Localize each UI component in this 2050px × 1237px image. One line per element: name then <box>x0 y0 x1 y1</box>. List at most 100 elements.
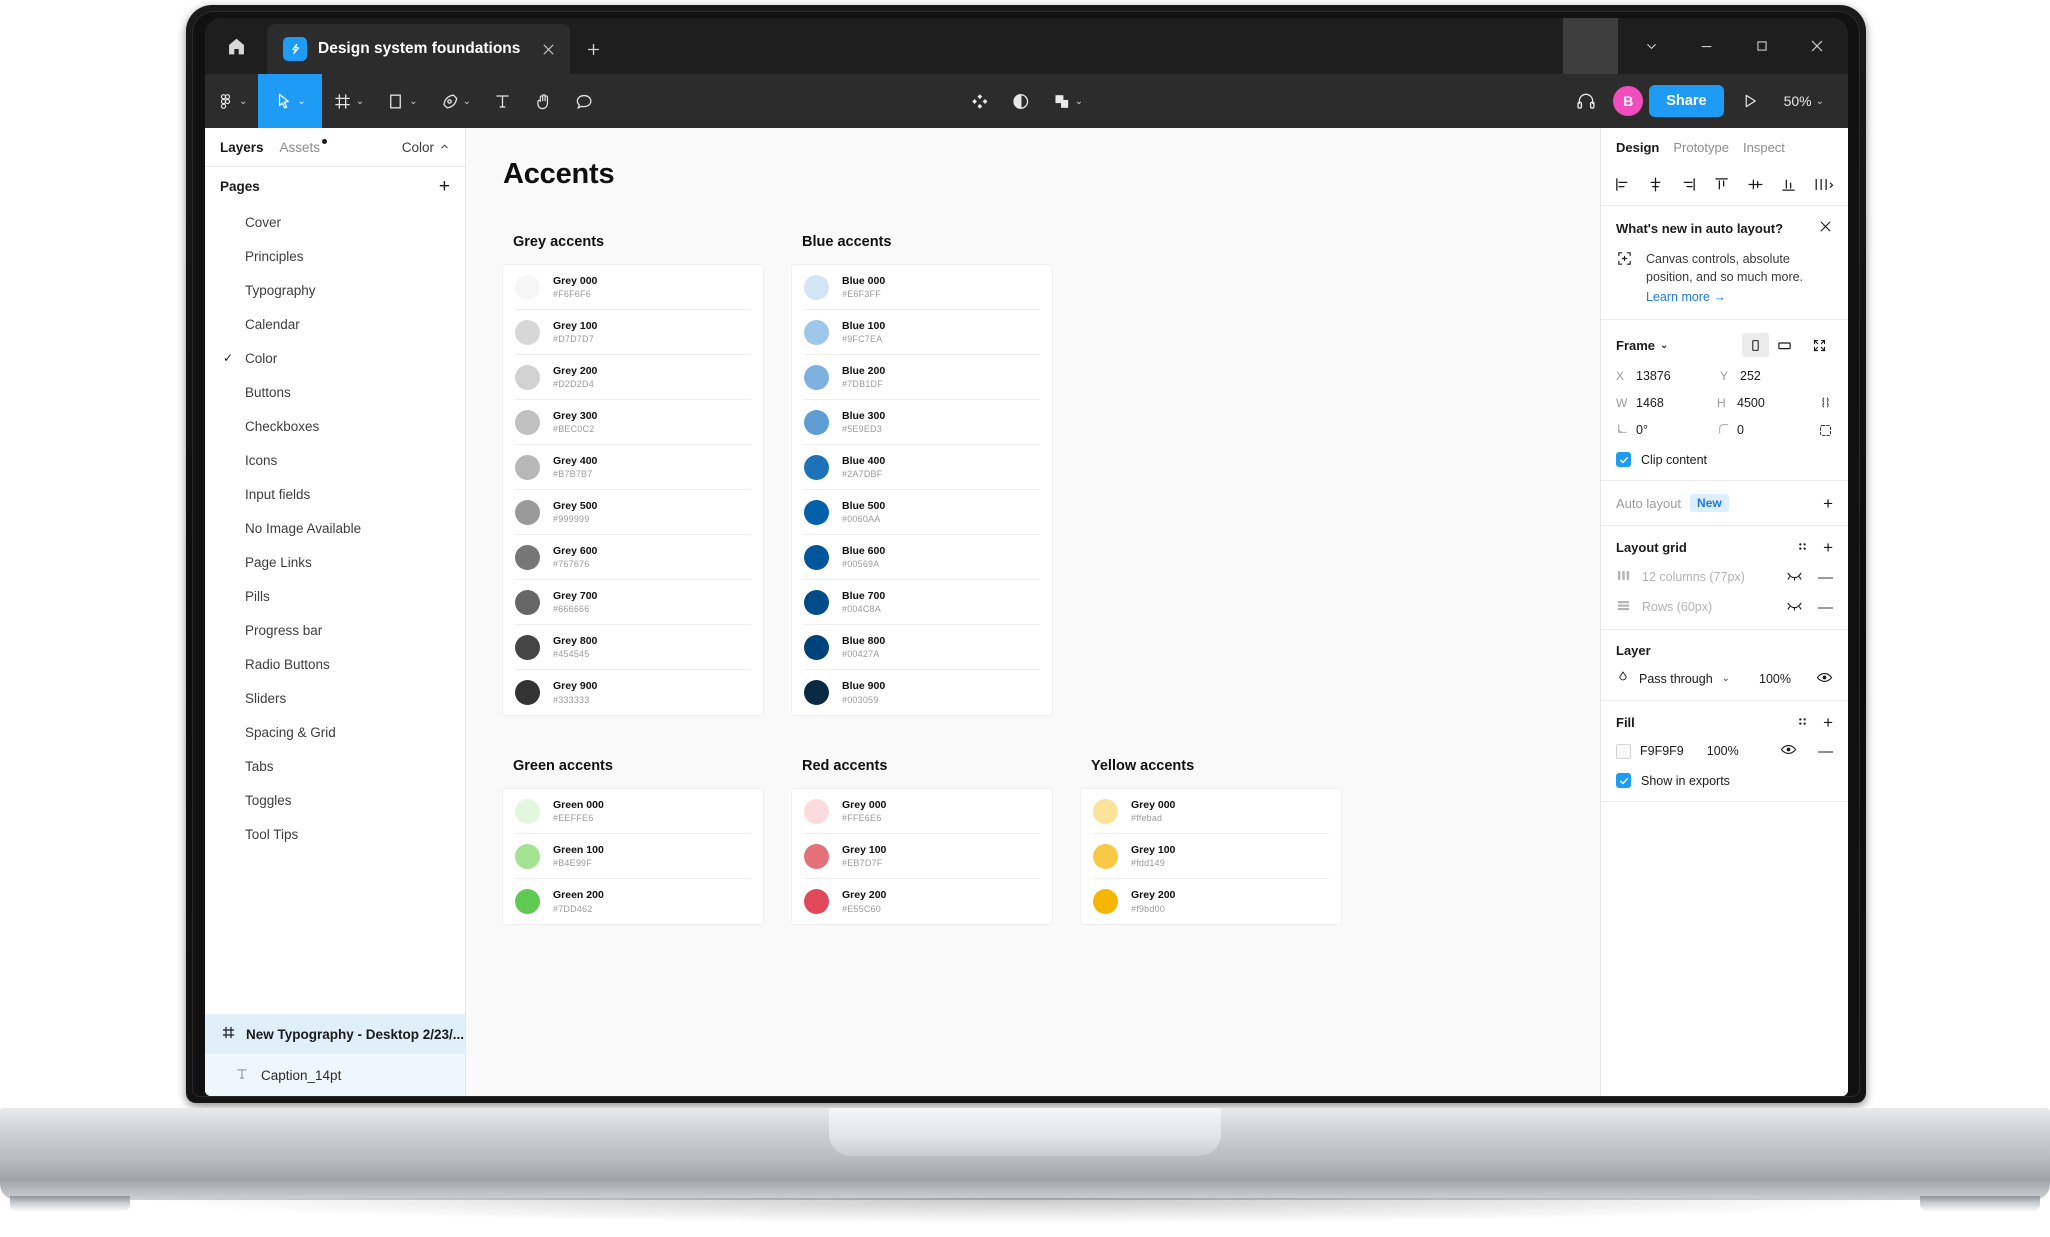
eye-closed-icon[interactable] <box>1786 569 1803 585</box>
sidebar-page-page-links[interactable]: Page Links <box>205 545 465 579</box>
swatch-row[interactable]: Grey 200 #D2D2D4 <box>515 355 751 400</box>
add-auto-layout-icon[interactable]: + <box>1823 495 1833 512</box>
learn-more-link[interactable]: Learn more → <box>1646 288 1726 306</box>
swatch-row[interactable]: Green 100 #B4E99F <box>515 834 751 879</box>
tab-layers[interactable]: Layers <box>220 140 264 155</box>
present-play-icon[interactable] <box>1730 74 1770 128</box>
corner-radius-field[interactable]: 0 <box>1717 422 1818 438</box>
swatch-row[interactable]: Blue 600 #00569A <box>804 535 1040 580</box>
swatch-row[interactable]: Grey 100 #fdd149 <box>1093 834 1329 879</box>
sidebar-page-icons[interactable]: Icons <box>205 443 465 477</box>
window-close-icon[interactable] <box>1789 18 1844 74</box>
y-field[interactable]: Y 252 <box>1720 369 1824 383</box>
eye-icon[interactable] <box>1816 671 1833 687</box>
remove-fill-icon[interactable]: — <box>1818 744 1833 759</box>
layout-grid-row-rows[interactable]: Rows (60px) — <box>1616 598 1833 616</box>
fill-style-icon[interactable] <box>1796 715 1809 731</box>
swatch-row[interactable]: Grey 200 #E55C60 <box>804 879 1040 924</box>
tab-inspect[interactable]: Inspect <box>1743 140 1785 155</box>
swatch-row[interactable]: Grey 500 #999999 <box>515 490 751 535</box>
minimize-icon[interactable] <box>1679 18 1734 74</box>
sidebar-page-sliders[interactable]: Sliders <box>205 681 465 715</box>
swatch-row[interactable]: Grey 000 #F6F6F6 <box>515 265 751 310</box>
sidebar-page-checkboxes[interactable]: Checkboxes <box>205 409 465 443</box>
swatch-row[interactable]: Blue 400 #2A7DBF <box>804 445 1040 490</box>
align-horizontal-center-icon[interactable] <box>1647 176 1664 196</box>
window-chevron-down-icon[interactable] <box>1624 18 1679 74</box>
remove-columns-icon[interactable]: — <box>1818 570 1833 585</box>
align-vertical-center-icon[interactable] <box>1747 176 1764 196</box>
swatch-row[interactable]: Blue 300 #5E9ED3 <box>804 400 1040 445</box>
design-canvas[interactable]: Accents Grey accents Grey 000 #F6F6F6 Grey … <box>466 128 1600 1096</box>
resize-to-fit-icon[interactable] <box>1806 333 1833 357</box>
selected-layer-row[interactable]: New Typography - Desktop 2/23/... <box>205 1014 465 1054</box>
blend-mode-row[interactable]: Pass through ⌄ 100% <box>1616 670 1833 687</box>
swatch-row[interactable]: Grey 300 #BEC0C2 <box>515 400 751 445</box>
figma-menu-button[interactable]: ⌄ <box>205 74 258 128</box>
tab-design[interactable]: Design <box>1616 140 1659 155</box>
pen-tool[interactable]: ⌄ <box>429 74 482 128</box>
add-page-icon[interactable]: + <box>439 177 450 196</box>
landscape-orientation-icon[interactable] <box>1771 333 1798 357</box>
tab-prototype[interactable]: Prototype <box>1673 140 1729 155</box>
add-layout-grid-icon[interactable]: + <box>1823 539 1833 556</box>
text-tool[interactable] <box>482 74 523 128</box>
remove-rows-icon[interactable]: — <box>1818 600 1833 615</box>
hand-tool[interactable] <box>523 74 564 128</box>
sidebar-page-tool-tips[interactable]: Tool Tips <box>205 817 465 851</box>
swatch-row[interactable]: Blue 100 #9FC7EA <box>804 310 1040 355</box>
close-icon[interactable] <box>531 42 556 57</box>
tab-assets[interactable]: Assets <box>280 138 328 155</box>
home-icon[interactable] <box>205 18 267 74</box>
swatch-row[interactable]: Grey 100 #EB7D7F <box>804 834 1040 879</box>
sidebar-page-calendar[interactable]: Calendar <box>205 307 465 341</box>
page-selector[interactable]: Color <box>402 140 450 155</box>
clip-content-checkbox[interactable] <box>1616 452 1631 468</box>
align-top-icon[interactable] <box>1713 176 1730 196</box>
zoom-level-control[interactable]: 50% ⌄ <box>1776 93 1832 109</box>
tab-design-system-foundations[interactable]: Design system foundations <box>267 24 571 74</box>
fill-hex-value[interactable]: F9F9F9 <box>1640 744 1684 758</box>
align-left-icon[interactable] <box>1614 176 1631 196</box>
swatch-row[interactable]: Grey 000 #ffebad <box>1093 789 1329 834</box>
eye-closed-icon[interactable] <box>1786 599 1803 615</box>
height-field[interactable]: H 4500 <box>1717 396 1818 410</box>
fill-color-swatch[interactable] <box>1616 743 1631 759</box>
clip-content-row[interactable]: Clip content <box>1616 452 1833 468</box>
comment-tool[interactable] <box>564 74 605 128</box>
maximize-icon[interactable] <box>1734 18 1789 74</box>
swatch-row[interactable]: Blue 700 #004C8A <box>804 580 1040 625</box>
frame-tool[interactable]: ⌄ <box>322 74 375 128</box>
x-field[interactable]: X 13876 <box>1616 369 1720 383</box>
promo-close-icon[interactable] <box>1818 219 1833 237</box>
swatch-row[interactable]: Green 000 #EEFFE6 <box>515 789 751 834</box>
fill-opacity-value[interactable]: 100% <box>1707 744 1739 758</box>
swatch-row[interactable]: Grey 100 #D7D7D7 <box>515 310 751 355</box>
swatch-row[interactable]: Grey 600 #767676 <box>515 535 751 580</box>
child-layer-row[interactable]: Caption_14pt <box>205 1054 465 1096</box>
add-fill-icon[interactable]: + <box>1823 714 1833 731</box>
swatch-row[interactable]: Grey 900 #333333 <box>515 670 751 715</box>
move-tool[interactable]: ⌄ <box>258 74 322 128</box>
swatch-row[interactable]: Blue 000 #E6F3FF <box>804 265 1040 310</box>
swatch-row[interactable]: Blue 200 #7DB1DF <box>804 355 1040 400</box>
distribute-icon[interactable] <box>1813 176 1835 196</box>
independent-corners-icon[interactable] <box>1818 423 1833 438</box>
sidebar-page-typography[interactable]: Typography <box>205 273 465 307</box>
sidebar-page-color[interactable]: ✓ Color <box>205 341 465 375</box>
swatch-row[interactable]: Grey 700 #666666 <box>515 580 751 625</box>
swatch-row[interactable]: Grey 800 #454545 <box>515 625 751 670</box>
layout-grid-row-columns[interactable]: 12 columns (77px) — <box>1616 568 1833 586</box>
portrait-orientation-icon[interactable] <box>1742 333 1769 358</box>
rotation-field[interactable]: 0° <box>1616 422 1717 438</box>
swatch-row[interactable]: Blue 900 #003059 <box>804 670 1040 715</box>
swatch-row[interactable]: Grey 200 #f9bd00 <box>1093 879 1329 924</box>
sidebar-page-spacing-grid[interactable]: Spacing & Grid <box>205 715 465 749</box>
constrain-proportions-icon[interactable] <box>1818 395 1833 410</box>
align-bottom-icon[interactable] <box>1780 176 1797 196</box>
swatch-row[interactable]: Grey 000 #FFE6E6 <box>804 789 1040 834</box>
avatar[interactable]: B <box>1613 86 1644 116</box>
headphones-icon[interactable] <box>1565 74 1607 128</box>
chevron-down-icon[interactable]: ⌄ <box>1660 340 1668 351</box>
sidebar-page-progress-bar[interactable]: Progress bar <box>205 613 465 647</box>
